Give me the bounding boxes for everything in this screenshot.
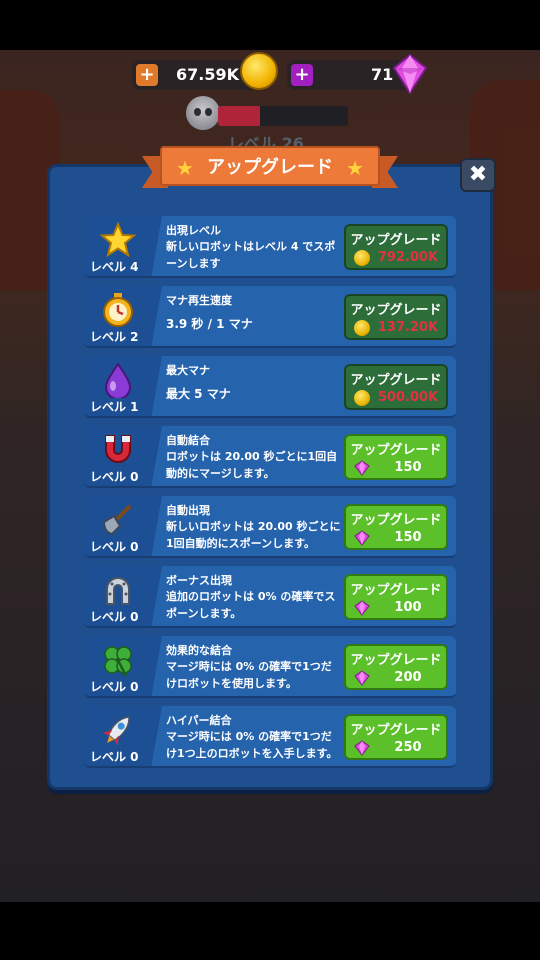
upgrade-description: マージ時には 0% の確率で1つだけロボットを使用します。 (166, 660, 332, 690)
upgrade-title: 自動結合 (166, 434, 210, 447)
ribbon-body: ★ アップグレード ★ (160, 146, 380, 186)
upgrade-price: 100 (346, 599, 446, 617)
gem-icon (354, 670, 370, 686)
gem-icon (354, 600, 370, 616)
clover-icon (100, 642, 136, 678)
upgrade-price: 150 (346, 529, 446, 547)
upgrade-description: ロボットは 20.00 秒ごとに1回自動的にマージします。 (166, 450, 338, 480)
upgrade-title: ボーナス出現 (166, 574, 232, 587)
upgrade-price: 250 (346, 739, 446, 757)
upgrade-title: 出現レベル (166, 224, 221, 237)
upgrade-description: マージ時には 0% の確率で1つだけ1つ上のロボットを入手します。 (166, 730, 338, 760)
upgrade-level: レベル 0 (90, 610, 139, 624)
shovel-icon (100, 502, 136, 538)
upgrade-description: 新しいロボットは 20.00 秒ごとに1回自動的にスポーンします。 (166, 520, 341, 550)
upgrade-level: レベル 0 (90, 680, 139, 694)
upgrade-row: レベル 0 効果的な結合マージ時には 0% の確率で1つだけロボットを使用します。… (84, 636, 456, 698)
star-icon (99, 221, 137, 258)
upgrade-button-label: アップグレード (350, 373, 442, 388)
upgrade-price: 150 (346, 459, 446, 477)
close-button[interactable]: ✖ (460, 158, 496, 192)
upgrade-button[interactable]: アップグレード 100 (344, 574, 448, 620)
upgrade-button-label: アップグレード (350, 583, 442, 598)
magnet-icon (100, 432, 136, 468)
gem-icon (354, 530, 370, 546)
upgrade-button[interactable]: アップグレード 150 (344, 434, 448, 480)
upgrade-price: 500.00K (346, 389, 446, 407)
gold-value: 67.59K (176, 65, 240, 84)
gem-icon (354, 740, 370, 756)
upgrade-button[interactable]: アップグレード 150 (344, 504, 448, 550)
upgrade-price-value: 100 (394, 600, 422, 615)
upgrade-button-label: アップグレード (350, 443, 442, 458)
upgrade-row: レベル 4 出現レベル新しいロボットはレベル 4 でスポーンします アップグレード 7… (84, 216, 456, 278)
upgrade-row: レベル 2 マナ再生速度 3.9 秒 / 1 マナ アップグレード 137.20K (84, 286, 456, 348)
star-icon: ★ (346, 156, 364, 180)
dialog-title-ribbon: ★ アップグレード ★ (142, 146, 398, 192)
upgrade-button-label: アップグレード (350, 513, 442, 528)
upgrade-price: 137.20K (346, 319, 446, 337)
upgrade-description: 追加のロボットは 0% の確率でスポーンします。 (166, 590, 336, 620)
upgrade-title: 最大マナ (166, 364, 210, 377)
upgrade-price-value: 250 (394, 740, 422, 755)
upgrade-button[interactable]: アップグレード 200 (344, 644, 448, 690)
boss-progress-fill (218, 106, 260, 126)
boss-progress-bar (218, 106, 348, 126)
upgrade-button-label: アップグレード (350, 233, 442, 248)
upgrade-button[interactable]: アップグレード 137.20K (344, 294, 448, 340)
upgrade-button-label: アップグレード (350, 303, 442, 318)
upgrade-level: レベル 1 (90, 400, 139, 414)
skull-icon (186, 96, 220, 130)
upgrade-price: 792.00K (346, 249, 446, 267)
upgrade-level: レベル 4 (90, 260, 139, 274)
stopwatch-icon (100, 292, 136, 328)
upgrade-price: 200 (346, 669, 446, 687)
upgrade-button[interactable]: アップグレード 500.00K (344, 364, 448, 410)
mana-drop-icon (100, 362, 136, 400)
upgrade-row: レベル 0 ハイパー結合マージ時には 0% の確率で1つだけ1つ上のロボットを入手… (84, 706, 456, 768)
gold-coin-icon (354, 320, 370, 336)
upgrade-price-value: 137.20K (377, 320, 439, 335)
upgrade-row: レベル 1 最大マナ最大 5 マナ アップグレード 500.00K (84, 356, 456, 418)
gem-value: 71 (371, 65, 394, 84)
upgrade-price-value: 150 (394, 530, 422, 545)
upgrade-title: 効果的な結合 (166, 644, 232, 657)
gem-icon (392, 54, 428, 94)
upgrade-price-value: 792.00K (377, 250, 439, 265)
upgrade-button[interactable]: アップグレード 250 (344, 714, 448, 760)
upgrade-description: 最大 5 マナ (166, 387, 231, 401)
upgrade-title: マナ再生速度 (166, 294, 232, 307)
gem-icon (354, 460, 370, 476)
gold-coin-icon (354, 390, 370, 406)
upgrade-level: レベル 2 (90, 330, 139, 344)
add-gems-button[interactable]: + (291, 64, 313, 86)
upgrade-price-value: 150 (394, 460, 422, 475)
gold-coin-icon (240, 52, 278, 90)
upgrade-title: 自動出現 (166, 504, 210, 517)
upgrade-row: レベル 0 ボーナス出現追加のロボットは 0% の確率でスポーンします。 アップグレ… (84, 566, 456, 628)
upgrade-description: 3.9 秒 / 1 マナ (166, 317, 253, 331)
upgrade-button-label: アップグレード (350, 653, 442, 668)
upgrade-level: レベル 0 (90, 540, 139, 554)
upgrade-level: レベル 0 (90, 750, 139, 764)
add-gold-button[interactable]: + (136, 64, 158, 86)
upgrade-title: ハイパー結合 (166, 714, 232, 727)
horseshoe-icon (100, 572, 136, 608)
upgrade-level: レベル 0 (90, 470, 139, 484)
upgrade-price-value: 200 (394, 670, 422, 685)
upgrade-price-value: 500.00K (377, 390, 439, 405)
rocket-icon (100, 712, 136, 748)
upgrade-row: レベル 0 自動結合ロボットは 20.00 秒ごとに1回自動的にマージします。 アッ… (84, 426, 456, 488)
close-icon: ✖ (468, 162, 488, 187)
game-screen: + 67.59K + 71 レベル 26 ★ アップグレード ★ ✖ レベル 4… (0, 0, 540, 960)
gold-coin-icon (354, 250, 370, 266)
upgrade-description: 新しいロボットはレベル 4 でスポーンします (166, 240, 336, 270)
upgrade-button-label: アップグレード (350, 723, 442, 738)
upgrade-button[interactable]: アップグレード 792.00K (344, 224, 448, 270)
upgrade-row: レベル 0 自動出現新しいロボットは 20.00 秒ごとに1回自動的にスポーンしま… (84, 496, 456, 558)
